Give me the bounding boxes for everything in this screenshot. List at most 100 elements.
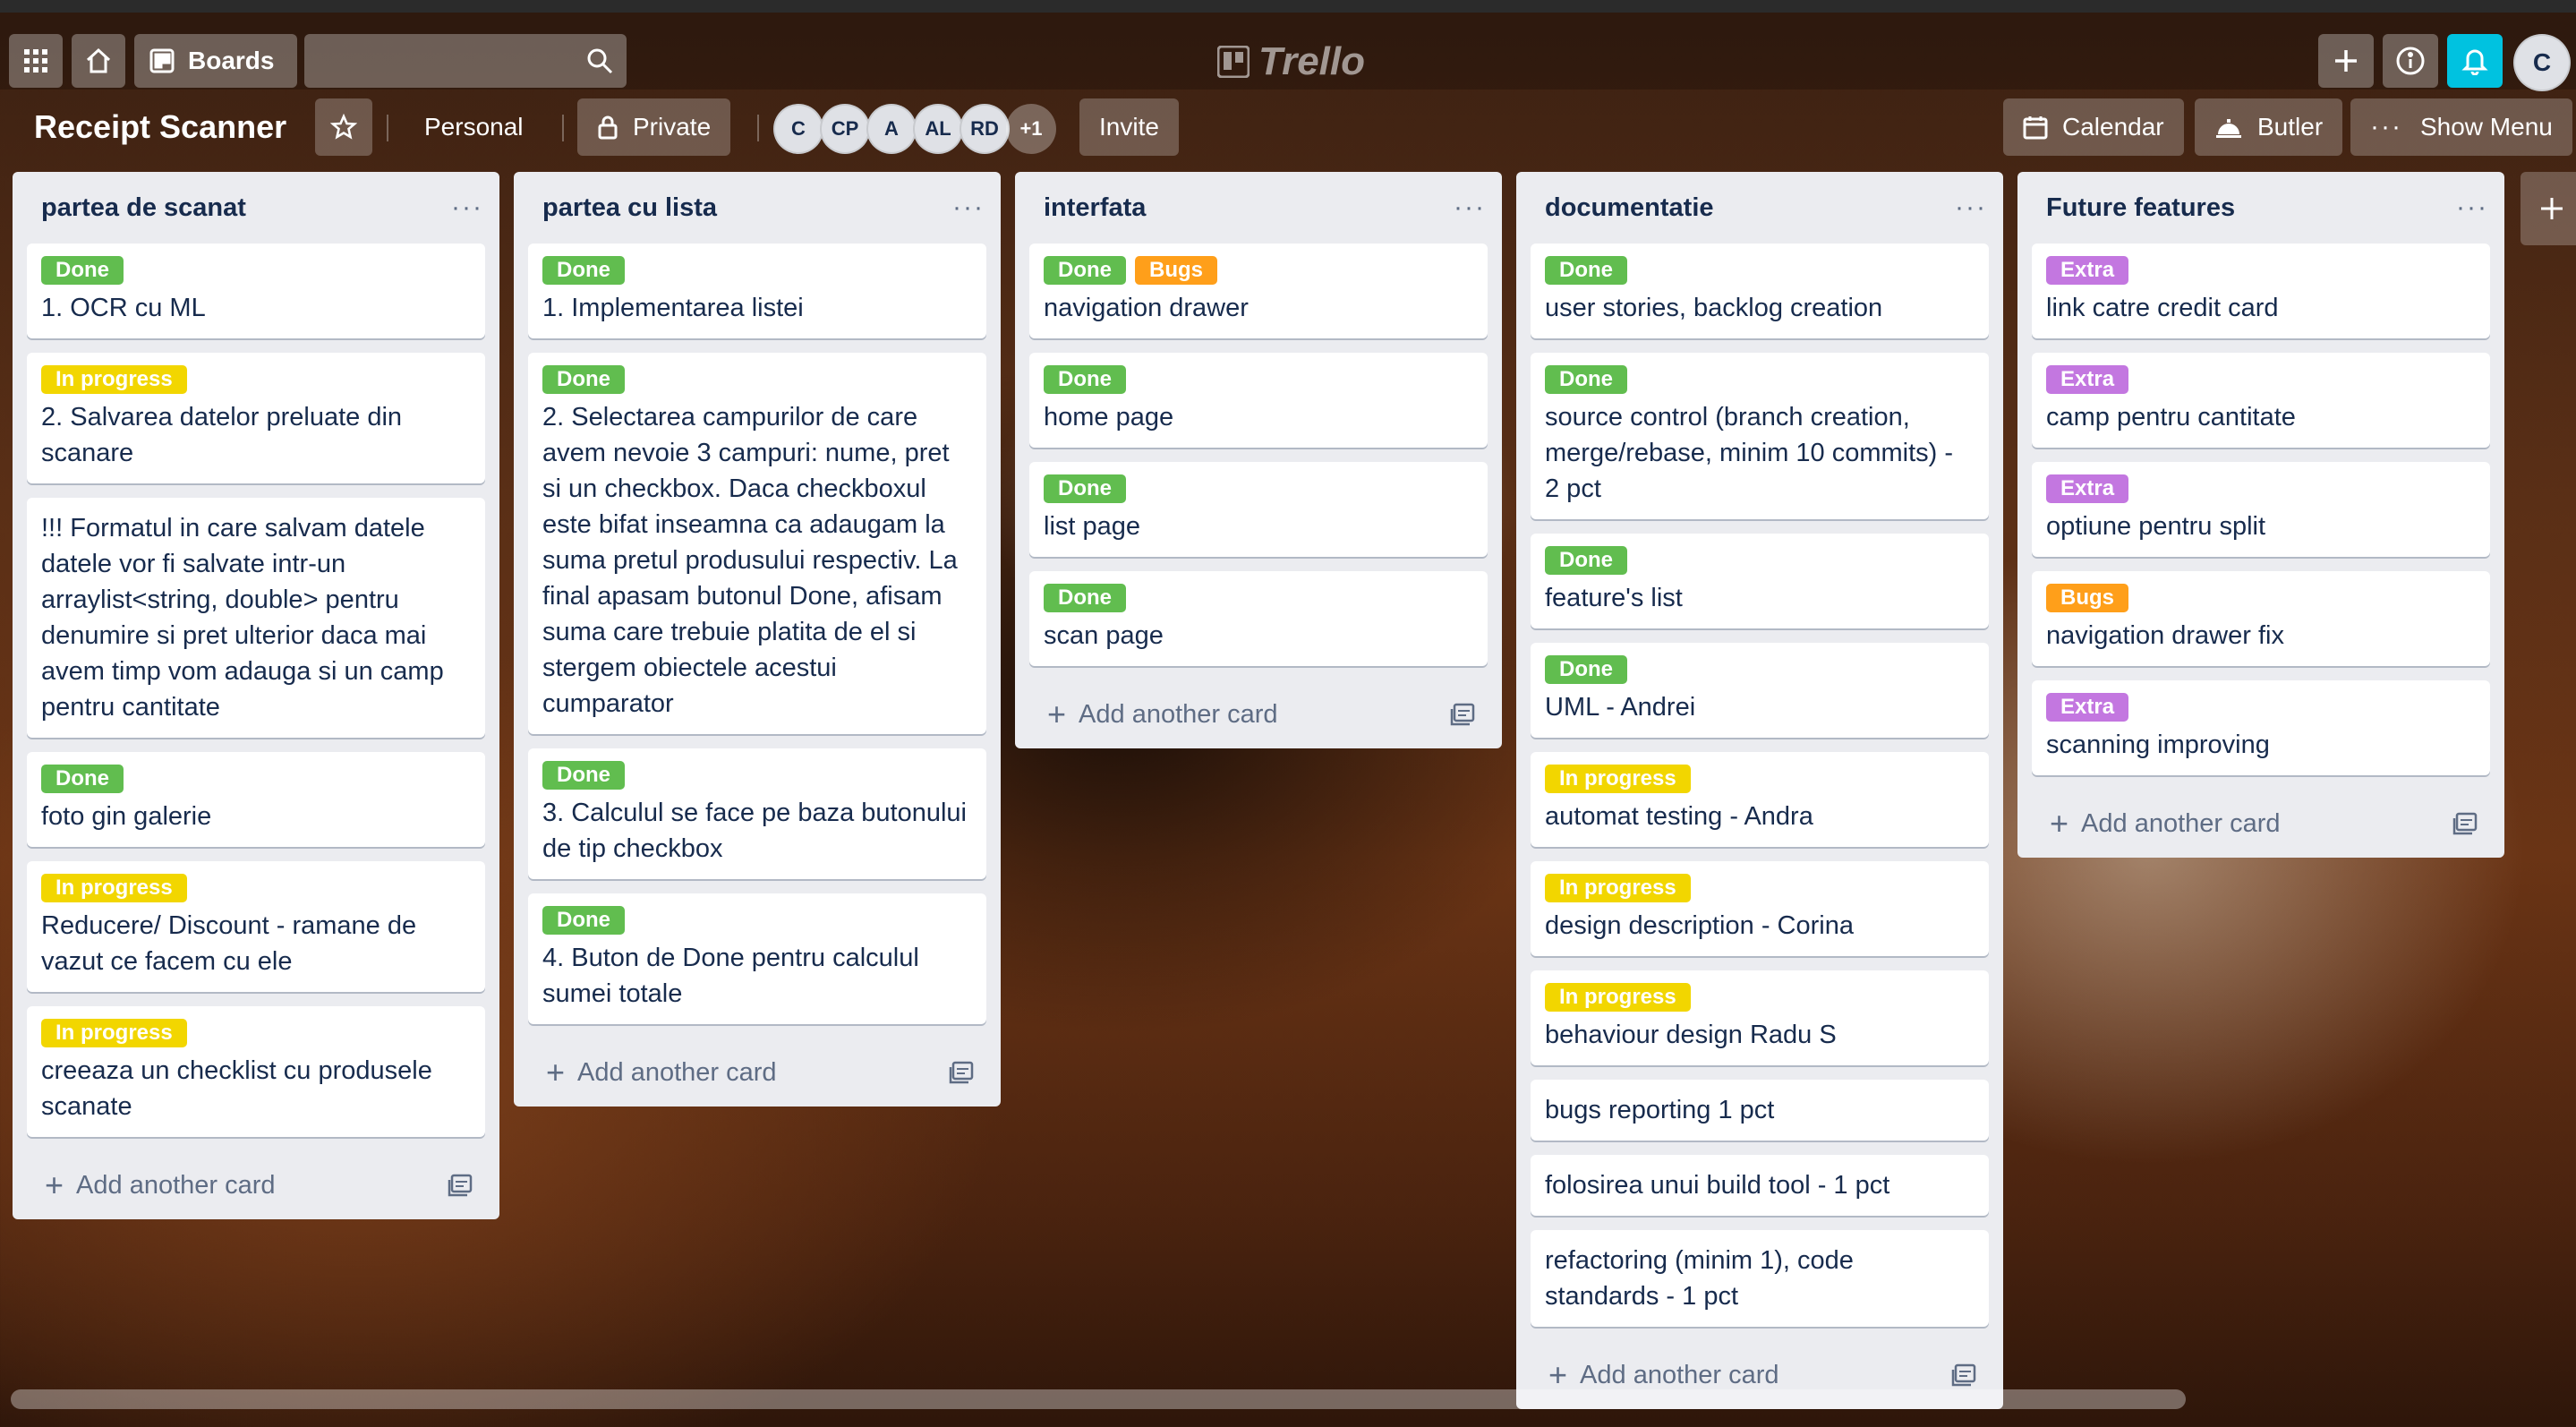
info-icon <box>2396 47 2425 75</box>
list-header: partea de scanat ··· <box>27 172 485 244</box>
card[interactable]: In progress 2. Salvarea datelor preluate … <box>27 353 485 483</box>
card[interactable]: Done Bugs navigation drawer <box>1029 244 1488 338</box>
add-card-button[interactable]: + Add another card <box>1047 696 1278 733</box>
list-menu-icon[interactable]: ··· <box>952 192 985 223</box>
search-input[interactable] <box>304 34 627 88</box>
card[interactable]: In progress Reducere/ Discount - ramane d… <box>27 861 485 992</box>
card[interactable]: Done source control (branch creation, mer… <box>1531 353 1989 519</box>
list-title[interactable]: Future features <box>2046 193 2235 223</box>
member-avatar[interactable]: A <box>866 104 917 154</box>
card[interactable]: Bugs navigation drawer fix <box>2032 571 2490 666</box>
member-avatar[interactable]: RD <box>960 104 1010 154</box>
calendar-button[interactable]: Calendar <box>2003 98 2184 156</box>
card-labels: In progress <box>41 1019 471 1047</box>
card[interactable]: Done 3. Calculul se face pe baza butonulu… <box>528 748 986 879</box>
card-title: behaviour design Radu S <box>1545 1021 1837 1049</box>
card-label: Bugs <box>1135 256 1217 285</box>
create-button[interactable] <box>2318 34 2374 88</box>
member-avatar[interactable]: C <box>773 104 823 154</box>
card[interactable]: Extra camp pentru cantitate <box>2032 353 2490 448</box>
card-labels: Done <box>1545 546 1975 575</box>
list-title[interactable]: documentatie <box>1545 193 1714 223</box>
card[interactable]: Done feature's list <box>1531 534 1989 628</box>
horizontal-scrollbar[interactable] <box>11 1389 2186 1409</box>
add-card-button[interactable]: + Add another card <box>2050 805 2281 842</box>
butler-button[interactable]: Butler <box>2195 98 2343 156</box>
card[interactable]: In progress automat testing - Andra <box>1531 752 1989 847</box>
card-labels: Extra <box>2046 474 2476 503</box>
add-card-button[interactable]: + Add another card <box>546 1054 777 1091</box>
card[interactable]: Done home page <box>1029 353 1488 448</box>
member-avatar[interactable]: CP <box>820 104 870 154</box>
card[interactable]: Done 2. Selectarea campurilor de care ave… <box>528 353 986 734</box>
team-button[interactable]: Personal <box>405 98 543 156</box>
show-menu-button[interactable]: ··· Show Menu <box>2350 98 2572 156</box>
card-labels: Done <box>542 906 972 935</box>
notifications-button[interactable] <box>2447 34 2503 88</box>
card[interactable]: In progress design description - Corina <box>1531 861 1989 956</box>
bell-icon <box>2461 49 2488 75</box>
card[interactable]: Done 4. Buton de Done pentru calculul sum… <box>528 893 986 1024</box>
divider <box>562 115 564 141</box>
add-list-button[interactable] <box>2521 172 2576 245</box>
card[interactable]: Extra optiune pentru split <box>2032 462 2490 557</box>
card[interactable]: Done foto gin galerie <box>27 752 485 847</box>
card[interactable]: !!! Formatul in care salvam datele datel… <box>27 498 485 738</box>
card-labels: Done <box>41 765 471 793</box>
info-button[interactable] <box>2383 34 2438 88</box>
board-title[interactable]: Receipt Scanner <box>34 98 286 156</box>
card[interactable]: Extra link catre credit card <box>2032 244 2490 338</box>
more-icon: ··· <box>2370 112 2402 141</box>
card-title: folosirea unui build tool - 1 pct <box>1545 1171 1890 1200</box>
card-title: design description - Corina <box>1545 911 1854 940</box>
add-card-button[interactable]: + Add another card <box>45 1166 276 1204</box>
star-button[interactable] <box>315 98 372 156</box>
list-title[interactable]: partea cu lista <box>542 193 717 223</box>
card[interactable]: In progress creeaza un checklist cu produ… <box>27 1006 485 1137</box>
card[interactable]: Done user stories, backlog creation <box>1531 244 1989 338</box>
card-label: In progress <box>41 874 187 902</box>
list-menu-icon[interactable]: ··· <box>451 192 483 223</box>
list-menu-icon[interactable]: ··· <box>2456 192 2488 223</box>
card-template-icon[interactable] <box>448 1174 473 1197</box>
card-labels: Done <box>1545 365 1975 394</box>
member-avatar[interactable]: AL <box>913 104 963 154</box>
card[interactable]: In progress behaviour design Radu S <box>1531 970 1989 1065</box>
invite-button[interactable]: Invite <box>1079 98 1179 156</box>
visibility-button[interactable]: Private <box>577 98 731 156</box>
card-template-icon[interactable] <box>1951 1363 1976 1387</box>
list-title[interactable]: partea de scanat <box>41 193 246 223</box>
trello-logo[interactable]: Trello <box>1217 39 1365 84</box>
card-template-icon[interactable] <box>2452 812 2478 835</box>
card-template-icon[interactable] <box>949 1061 974 1084</box>
card[interactable]: Done scan page <box>1029 571 1488 666</box>
card-labels: In progress <box>41 365 471 394</box>
card[interactable]: Done 1. OCR cu ML <box>27 244 485 338</box>
card[interactable]: folosirea unui build tool - 1 pct <box>1531 1155 1989 1216</box>
card[interactable]: Done list page <box>1029 462 1488 557</box>
user-avatar[interactable]: C <box>2513 34 2571 91</box>
card-label: Done <box>41 256 124 285</box>
list-menu-icon[interactable]: ··· <box>1454 192 1486 223</box>
card[interactable]: Done 1. Implementarea listei <box>528 244 986 338</box>
list-menu-icon[interactable]: ··· <box>1955 192 1987 223</box>
more-members-avatar[interactable]: +1 <box>1006 104 1056 154</box>
card[interactable]: Done UML - Andrei <box>1531 643 1989 738</box>
boards-button[interactable]: Boards <box>134 34 297 88</box>
add-card-button[interactable]: + Add another card <box>1548 1356 1779 1394</box>
trello-logo-icon <box>1217 46 1250 78</box>
divider <box>757 115 759 141</box>
list-title[interactable]: interfata <box>1044 193 1146 223</box>
card-labels: Done <box>1044 365 1473 394</box>
home-button[interactable] <box>72 34 125 88</box>
card[interactable]: refactoring (minim 1), code standards - … <box>1531 1230 1989 1327</box>
add-card-row: + Add another card <box>27 1151 485 1219</box>
butler-label: Butler <box>2257 113 2324 141</box>
apps-menu-button[interactable] <box>9 34 63 88</box>
add-card-label: Add another card <box>76 1170 276 1200</box>
card-template-icon[interactable] <box>1450 703 1475 726</box>
list-header: partea cu lista ··· <box>528 172 986 244</box>
add-card-row: + Add another card <box>1029 680 1488 748</box>
card[interactable]: Extra scanning improving <box>2032 680 2490 775</box>
card[interactable]: bugs reporting 1 pct <box>1531 1080 1989 1141</box>
